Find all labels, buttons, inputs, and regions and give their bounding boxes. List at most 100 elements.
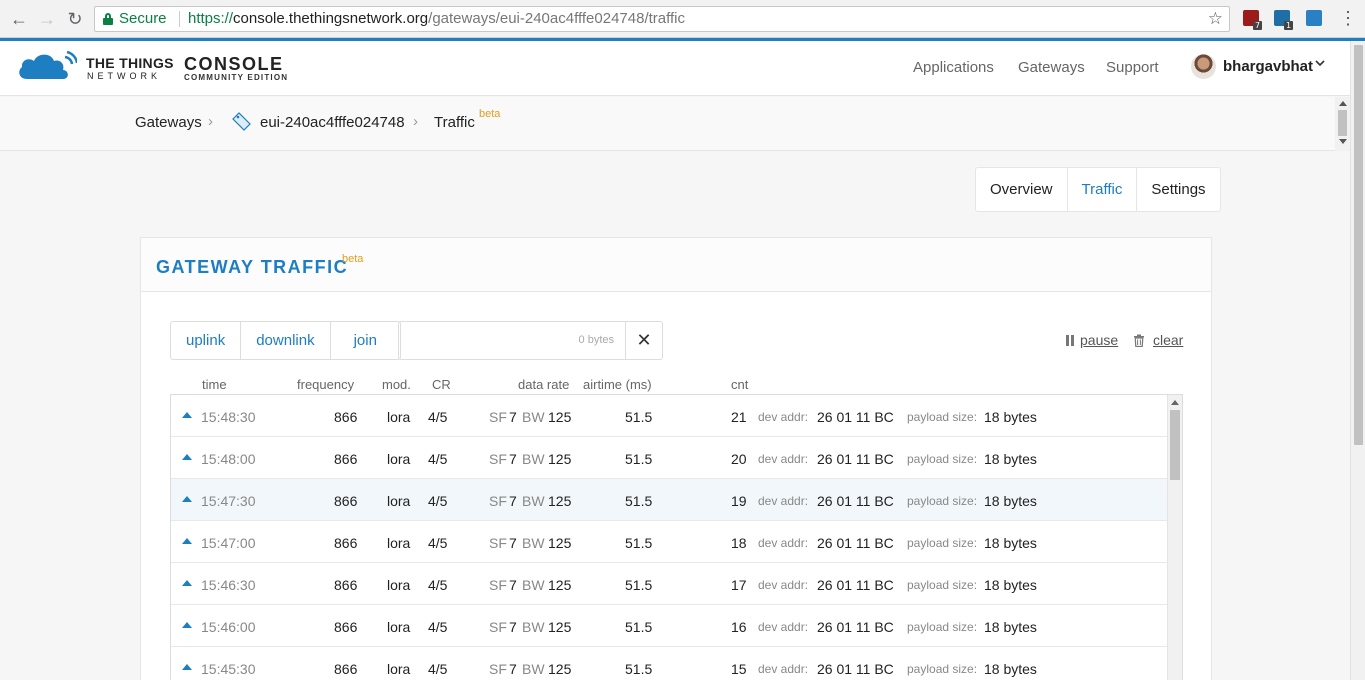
browser-menu-icon[interactable]: ⋮ bbox=[1339, 8, 1357, 29]
cell-cr: 4/5 bbox=[428, 619, 448, 635]
table-row[interactable]: 15:45:30 866 lora 4/5 SF 7 BW 125 51.5 1… bbox=[171, 647, 1167, 680]
cell-cr: 4/5 bbox=[428, 535, 448, 551]
tab-traffic[interactable]: Traffic bbox=[1068, 168, 1138, 211]
cell-bw-label: BW bbox=[522, 619, 545, 635]
cell-payload: 18 bytes bbox=[984, 577, 1037, 593]
table-row[interactable]: 15:47:30 866 lora 4/5 SF 7 BW 125 51.5 1… bbox=[171, 479, 1167, 521]
cell-bw: 125 bbox=[548, 409, 572, 425]
cell-airtime: 51.5 bbox=[625, 535, 653, 551]
bookmark-star-icon[interactable]: ☆ bbox=[1208, 7, 1223, 31]
extension-badge: 1 bbox=[1284, 21, 1294, 30]
forward-arrow-icon[interactable]: → bbox=[36, 8, 58, 30]
col-data-rate: data rate bbox=[518, 377, 570, 392]
cell-bw: 125 bbox=[548, 661, 572, 677]
cell-payload: 18 bytes bbox=[984, 451, 1037, 467]
cell-frequency: 866 bbox=[334, 409, 358, 425]
cell-frequency: 866 bbox=[334, 577, 358, 593]
back-arrow-icon[interactable]: ← bbox=[8, 8, 30, 30]
cell-cnt: 18 bbox=[731, 535, 747, 551]
cell-payload: 18 bytes bbox=[984, 535, 1037, 551]
traffic-scrollbar[interactable] bbox=[1167, 395, 1182, 680]
cell-sf: 7 bbox=[509, 661, 517, 677]
nav-gateways[interactable]: Gateways bbox=[1018, 59, 1085, 76]
breadcrumb-separator: › bbox=[208, 113, 213, 130]
cell-sf: 7 bbox=[509, 577, 517, 593]
cell-devaddr-label: dev addr: bbox=[758, 578, 809, 592]
uplink-arrow-icon bbox=[182, 454, 192, 460]
cell-frequency: 866 bbox=[334, 451, 358, 467]
cell-devaddr: 26 01 11 BC bbox=[817, 493, 894, 509]
cell-devaddr-label: dev addr: bbox=[758, 536, 809, 550]
table-row[interactable]: 15:47:00 866 lora 4/5 SF 7 BW 125 51.5 1… bbox=[171, 521, 1167, 563]
cell-devaddr-label: dev addr: bbox=[758, 494, 809, 508]
cell-time: 15:46:00 bbox=[201, 619, 256, 635]
console-subtitle: COMMUNITY EDITION bbox=[184, 73, 289, 82]
cell-cr: 4/5 bbox=[428, 409, 448, 425]
cell-bw-label: BW bbox=[522, 409, 545, 425]
cell-airtime: 51.5 bbox=[625, 577, 653, 593]
uplink-arrow-icon bbox=[182, 538, 192, 544]
trash-icon[interactable] bbox=[1133, 334, 1145, 347]
url-text[interactable]: https://console.thethingsnetwork.org/gat… bbox=[188, 7, 685, 31]
table-row[interactable]: 15:48:30 866 lora 4/5 SF 7 BW 125 51.5 2… bbox=[171, 395, 1167, 437]
beta-badge: beta bbox=[479, 108, 501, 120]
tab-overview[interactable]: Overview bbox=[976, 168, 1068, 211]
cell-time: 15:47:00 bbox=[201, 535, 256, 551]
cell-cr: 4/5 bbox=[428, 661, 448, 677]
cell-payload: 18 bytes bbox=[984, 619, 1037, 635]
cell-mod: lora bbox=[387, 619, 411, 635]
clear-button[interactable]: clear bbox=[1153, 332, 1183, 348]
logo-wordmark: THE THINGS bbox=[86, 55, 174, 71]
nav-support[interactable]: Support bbox=[1106, 59, 1159, 76]
reload-icon[interactable]: ↻ bbox=[64, 8, 86, 30]
page-scrollbar[interactable] bbox=[1350, 41, 1365, 680]
close-icon[interactable]: ✕ bbox=[625, 322, 662, 359]
col-frequency: frequency bbox=[297, 377, 355, 392]
col-cnt: cnt bbox=[731, 377, 749, 392]
traffic-scroll-thumb[interactable] bbox=[1170, 410, 1180, 480]
tab-settings[interactable]: Settings bbox=[1137, 168, 1219, 211]
reader-extension-icon[interactable] bbox=[1306, 10, 1322, 26]
cell-payload-label: payload size: bbox=[907, 536, 978, 550]
filter-uplink[interactable]: uplink bbox=[171, 322, 242, 359]
cell-devaddr: 26 01 11 BC bbox=[817, 619, 894, 635]
uplink-arrow-icon bbox=[182, 622, 192, 628]
app-header: THE THINGS NETWORK CONSOLE COMMUNITY EDI… bbox=[0, 41, 1350, 96]
filter-join[interactable]: join bbox=[331, 322, 400, 359]
breadcrumb-gateways[interactable]: Gateways bbox=[135, 114, 202, 131]
traffic-list[interactable]: 15:48:30 866 lora 4/5 SF 7 BW 125 51.5 2… bbox=[170, 394, 1183, 680]
cell-time: 15:47:30 bbox=[201, 493, 256, 509]
breadcrumb-scrollbar[interactable] bbox=[1335, 97, 1350, 151]
page-scroll-thumb[interactable] bbox=[1354, 45, 1363, 445]
cell-bw: 125 bbox=[548, 577, 572, 593]
payload-filter-input[interactable]: 0 bytes ✕ bbox=[398, 321, 663, 360]
console-title: CONSOLE bbox=[184, 54, 284, 74]
pause-button[interactable]: pause bbox=[1080, 332, 1118, 348]
cell-devaddr: 26 01 11 BC bbox=[817, 577, 894, 593]
col-time: time bbox=[202, 377, 227, 392]
table-row[interactable]: 15:48:00 866 lora 4/5 SF 7 BW 125 51.5 2… bbox=[171, 437, 1167, 479]
table-row[interactable]: 15:46:30 866 lora 4/5 SF 7 BW 125 51.5 1… bbox=[171, 563, 1167, 605]
breadcrumb-gateway-id[interactable]: eui-240ac4fffe024748 bbox=[260, 114, 405, 131]
logo-wordmark-sub: NETWORK bbox=[87, 71, 161, 81]
cell-cr: 4/5 bbox=[428, 493, 448, 509]
nav-applications[interactable]: Applications bbox=[913, 59, 994, 76]
username[interactable]: bhargavbhat bbox=[1223, 58, 1313, 75]
address-bar[interactable]: Secure https://console.thethingsnetwork.… bbox=[94, 6, 1230, 32]
byte-count: 0 bytes bbox=[578, 334, 614, 346]
chevron-down-icon[interactable] bbox=[1315, 58, 1325, 68]
ttn-cloud-logo-icon[interactable] bbox=[17, 51, 77, 81]
cell-mod: lora bbox=[387, 451, 411, 467]
cell-mod: lora bbox=[387, 535, 411, 551]
cell-cnt: 21 bbox=[731, 409, 747, 425]
breadcrumb-separator: › bbox=[413, 113, 418, 130]
cell-sf: 7 bbox=[509, 535, 517, 551]
cell-frequency: 866 bbox=[334, 535, 358, 551]
pause-icon[interactable] bbox=[1066, 335, 1074, 346]
filter-downlink[interactable]: downlink bbox=[241, 322, 331, 359]
table-row[interactable]: 15:46:00 866 lora 4/5 SF 7 BW 125 51.5 1… bbox=[171, 605, 1167, 647]
avatar[interactable] bbox=[1191, 54, 1216, 79]
cell-sf-label: SF bbox=[489, 451, 507, 467]
card-title: GATEWAY TRAFFIC bbox=[156, 257, 349, 277]
cell-devaddr: 26 01 11 BC bbox=[817, 535, 894, 551]
